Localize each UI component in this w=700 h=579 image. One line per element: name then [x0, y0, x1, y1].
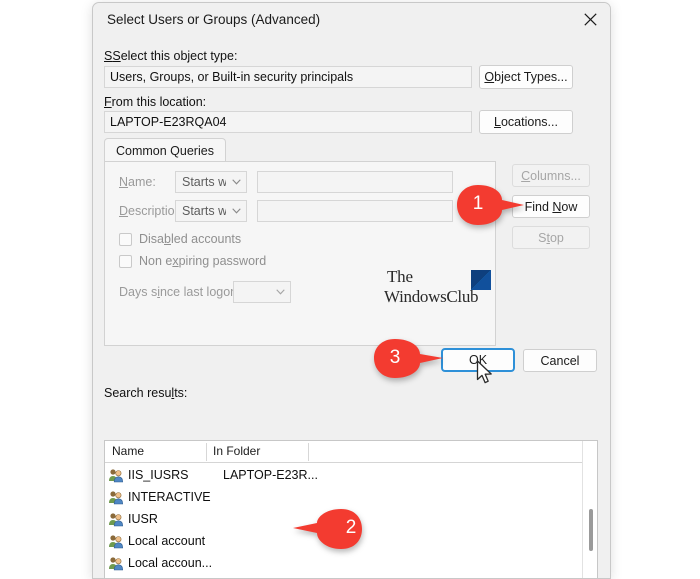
table-row[interactable]: INTERACTIVE: [105, 486, 581, 508]
search-results-label-text: Search results:: [104, 386, 188, 400]
location-label-text: From this location:: [104, 95, 207, 109]
cancel-button-label: Cancel: [540, 353, 580, 368]
locations-button-label: Locations...: [494, 115, 558, 129]
column-header-name[interactable]: Name: [112, 444, 144, 458]
name-label-text: Name:: [119, 175, 156, 189]
find-now-button-label: Find Now: [524, 199, 578, 214]
object-types-button[interactable]: Object Types...: [479, 65, 573, 89]
users-group-icon: [109, 469, 124, 483]
result-name: Local accoun...: [128, 556, 213, 570]
object-type-label: SSelect this object type:: [104, 49, 238, 63]
object-type-field[interactable]: Users, Groups, or Built-in security prin…: [104, 66, 472, 88]
checkbox-box: [119, 232, 132, 246]
dialog-body: SSelect this object type: Users, Groups,…: [93, 40, 610, 578]
tab-common-queries-label: Common Queries: [116, 143, 214, 158]
ok-button-label: OK: [468, 353, 488, 367]
location-value: LAPTOP-E23RQA04: [110, 115, 227, 129]
stop-button[interactable]: Stop: [512, 226, 590, 249]
result-name: Local account: [128, 534, 206, 548]
screen: — —— ——— —— Select Users or Groups (Adva…: [0, 0, 700, 579]
close-icon: [583, 13, 597, 26]
chevron-down-icon: [270, 289, 290, 295]
object-types-button-label: Object Types...: [484, 70, 568, 84]
common-queries-panel: Name: Starts with Description: Starts wi…: [104, 161, 496, 346]
users-group-icon: [109, 491, 124, 505]
dialog-titlebar[interactable]: Select Users or Groups (Advanced): [93, 3, 610, 40]
description-condition-value: Starts with: [182, 204, 226, 218]
ok-button[interactable]: OK: [441, 348, 515, 372]
non-expiring-password-checkbox[interactable]: Non expiring password: [119, 254, 266, 268]
tab-common-queries[interactable]: Common Queries: [104, 138, 226, 162]
users-group-icon: [109, 557, 124, 571]
name-condition-combo[interactable]: Starts with: [175, 171, 247, 193]
name-label: Name:: [119, 175, 156, 189]
location-field[interactable]: LAPTOP-E23RQA04: [104, 111, 472, 133]
table-row[interactable]: LOCAL SERV...: [105, 574, 581, 578]
name-condition-value: Starts with: [182, 175, 226, 189]
search-results-list[interactable]: Name In Folder IIS_IUSRS LAPTOP-E23R... IN…: [104, 440, 598, 578]
non-expiring-password-label: Non expiring password: [139, 254, 267, 268]
users-group-icon: [109, 513, 124, 527]
name-query-input[interactable]: [257, 171, 453, 193]
object-type-label-text: Select this object type:: [112, 49, 238, 63]
table-row[interactable]: Local accoun...: [105, 552, 581, 574]
disabled-accounts-label: Disabled accounts: [139, 232, 242, 246]
days-since-logon-label-text: Days since last logon:: [119, 285, 241, 299]
list-scrollbar[interactable]: [582, 441, 597, 578]
result-name: INTERACTIVE: [128, 490, 211, 504]
table-row[interactable]: Local account: [105, 530, 581, 552]
stop-button-label: Stop: [538, 230, 564, 245]
chevron-down-icon: [226, 179, 246, 185]
select-users-or-groups-dialog: Select Users or Groups (Advanced) SSelec…: [92, 2, 611, 579]
result-name: IUSR: [128, 512, 158, 526]
result-name: IIS_IUSRS: [128, 468, 189, 482]
description-query-input[interactable]: [257, 200, 453, 222]
columns-button[interactable]: Columns...: [512, 164, 590, 187]
cancel-button[interactable]: Cancel: [523, 349, 597, 372]
dialog-title: Select Users or Groups (Advanced): [107, 12, 321, 27]
result-folder: LAPTOP-E23R...: [223, 468, 318, 482]
days-since-logon-combo[interactable]: [233, 281, 291, 303]
search-results-label: Search results:: [104, 386, 187, 400]
columns-button-label: Columns...: [521, 168, 581, 183]
checkbox-box: [119, 254, 132, 268]
locations-button[interactable]: Locations...: [479, 110, 573, 134]
tabstrip: Common Queries: [104, 138, 496, 162]
table-row[interactable]: IUSR: [105, 508, 581, 530]
find-now-button[interactable]: Find Now: [512, 195, 590, 218]
location-label: From this location:: [104, 95, 206, 109]
list-header: Name In Folder: [105, 441, 597, 463]
description-condition-combo[interactable]: Starts with: [175, 200, 247, 222]
days-since-logon-label: Days since last logon:: [119, 285, 241, 299]
column-header-in-folder[interactable]: In Folder: [213, 444, 260, 458]
column-divider[interactable]: [206, 443, 207, 461]
table-row[interactable]: IIS_IUSRS LAPTOP-E23R...: [105, 464, 581, 486]
column-divider[interactable]: [308, 443, 309, 461]
close-button[interactable]: [568, 3, 610, 36]
disabled-accounts-checkbox[interactable]: Disabled accounts: [119, 232, 241, 246]
scrollbar-thumb[interactable]: [589, 509, 593, 551]
object-type-value: Users, Groups, or Built-in security prin…: [110, 70, 354, 84]
chevron-down-icon: [226, 208, 246, 214]
users-group-icon: [109, 535, 124, 549]
